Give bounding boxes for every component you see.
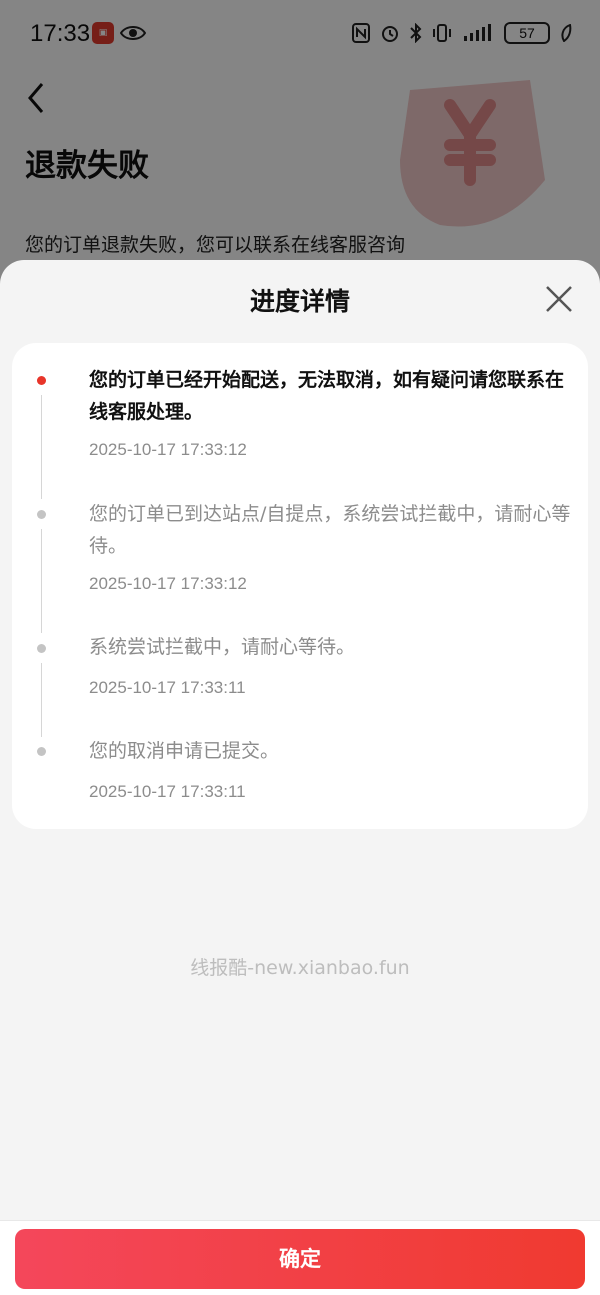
progress-card: 您的订单已经开始配送，无法取消，如有疑问请您联系在线客服处理。 2025-10-… bbox=[12, 343, 588, 829]
bottom-action-bar: 确定 bbox=[0, 1220, 600, 1295]
modal-overlay[interactable] bbox=[0, 0, 600, 300]
timeline-item-text: 系统尝试拦截中，请耐心等待。 bbox=[89, 636, 356, 658]
timeline-dot bbox=[37, 510, 46, 519]
timeline-item-text: 您的订单已到达站点/自提点，系统尝试拦截中，请耐心等待。 bbox=[89, 503, 571, 557]
timeline-item-text: 您的取消申请已提交。 bbox=[89, 740, 280, 762]
confirm-button[interactable]: 确定 bbox=[15, 1229, 585, 1289]
timeline-item-time: 2025-10-17 17:33:11 bbox=[89, 782, 246, 801]
timeline-connector bbox=[41, 663, 42, 737]
timeline-dot bbox=[37, 644, 46, 653]
timeline-connector bbox=[41, 529, 42, 633]
timeline-item-time: 2025-10-17 17:33:12 bbox=[89, 574, 247, 593]
timeline-item-text: 您的订单已经开始配送，无法取消，如有疑问请您联系在线客服处理。 bbox=[89, 369, 565, 423]
timeline-dot-active bbox=[37, 376, 46, 385]
timeline-item-time: 2025-10-17 17:33:11 bbox=[89, 678, 246, 697]
sheet-title: 进度详情 bbox=[249, 287, 350, 316]
progress-sheet: 进度详情 您的订单已经开始配送，无法取消，如有疑问请您联系在线客服处理。 202… bbox=[0, 260, 600, 1295]
timeline-connector bbox=[41, 395, 42, 499]
watermark-text: 线报酷-new.xianbao.fun bbox=[190, 957, 410, 979]
close-icon[interactable] bbox=[544, 284, 574, 314]
timeline-dot bbox=[37, 747, 46, 756]
timeline-item-time: 2025-10-17 17:33:12 bbox=[89, 440, 247, 459]
